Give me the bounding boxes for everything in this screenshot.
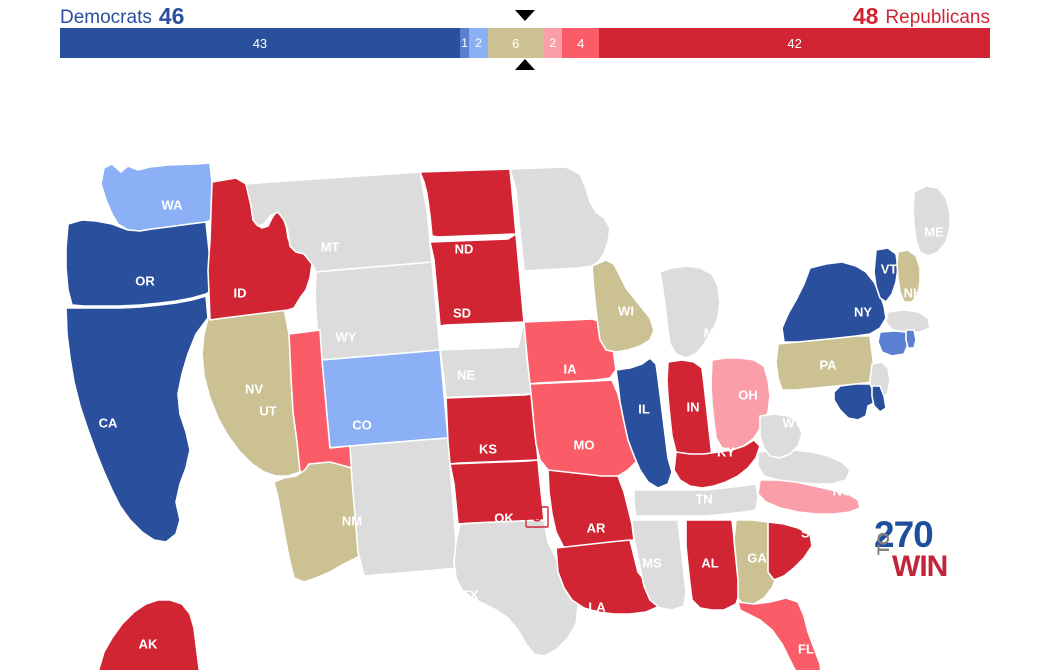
state-sd[interactable]	[429, 233, 525, 327]
seat-segment-label: 2	[549, 36, 557, 50]
majority-marker-bottom-icon	[515, 59, 535, 70]
state-ok[interactable]	[449, 459, 545, 525]
republicans-label: Republicans	[885, 7, 990, 28]
seat-segment-label: 42	[787, 35, 802, 51]
state-wa[interactable]	[100, 162, 215, 232]
state-md[interactable]	[833, 383, 877, 421]
state-mi[interactable]	[659, 265, 721, 359]
state-pa[interactable]	[775, 335, 875, 391]
state-ne[interactable]	[439, 321, 533, 399]
seat-segment-likely_r[interactable]: 4	[562, 28, 600, 58]
seat-distribution-bar[interactable]: 43 1 2 6 2 4 42	[60, 28, 990, 58]
state-ma[interactable]	[885, 309, 931, 333]
logo-win-text: WIN	[892, 550, 948, 583]
state-ri[interactable]	[905, 329, 917, 349]
republicans-count: 48	[852, 3, 879, 29]
seat-segment-safe_d[interactable]: 43	[60, 28, 460, 58]
seat-segment-label: 2	[475, 36, 482, 50]
state-sc[interactable]	[767, 521, 813, 581]
seat-segment-label: 6	[512, 35, 520, 51]
state-nd[interactable]	[419, 168, 517, 238]
republicans-header: 48 Republicans	[852, 0, 990, 29]
seat-segment-safe_r[interactable]: 42	[599, 28, 990, 58]
seat-segment-label: 43	[252, 35, 268, 51]
special-election-label: S	[533, 509, 542, 524]
logo-to-text: TO	[874, 532, 893, 555]
state-mn[interactable]	[509, 166, 611, 272]
state-in[interactable]	[666, 359, 713, 467]
democrats-count: 46	[158, 3, 185, 29]
state-nh[interactable]	[896, 249, 921, 303]
state-wi[interactable]	[591, 259, 655, 353]
seat-segment-lean_r[interactable]: 2	[543, 28, 563, 58]
state-az[interactable]	[273, 461, 361, 583]
democrats-header: Democrats 46	[60, 0, 185, 29]
seat-segment-label: 4	[577, 35, 585, 51]
democrats-label: Democrats	[60, 7, 152, 28]
state-ak[interactable]	[96, 599, 202, 670]
state-nc[interactable]	[757, 479, 861, 515]
state-or[interactable]	[65, 219, 213, 307]
state-ny[interactable]	[781, 261, 887, 343]
state-ct[interactable]	[877, 330, 909, 357]
state-wy[interactable]	[314, 261, 441, 361]
state-label-az: AZ	[239, 507, 256, 522]
state-label-mn: MN	[544, 269, 564, 284]
seat-segment-lean_d[interactable]: 2	[469, 28, 488, 58]
state-nm[interactable]	[349, 437, 459, 577]
state-me[interactable]	[912, 185, 951, 257]
seat-segment-label: 1	[461, 36, 468, 50]
seat-segment-tossup[interactable]: 6	[487, 28, 544, 58]
state-fl[interactable]	[737, 597, 822, 670]
state-tn[interactable]	[633, 483, 759, 517]
majority-marker-top-icon	[515, 10, 535, 21]
state-al[interactable]	[685, 519, 741, 611]
state-ar[interactable]	[547, 469, 635, 549]
site-logo[interactable]: 270 TO WIN	[874, 516, 954, 582]
state-ks[interactable]	[445, 393, 539, 465]
state-label-va: VA	[827, 431, 845, 446]
state-co[interactable]	[320, 349, 449, 449]
state-ca[interactable]	[65, 295, 209, 543]
seat-segment-likely_d[interactable]: 1	[459, 28, 470, 58]
